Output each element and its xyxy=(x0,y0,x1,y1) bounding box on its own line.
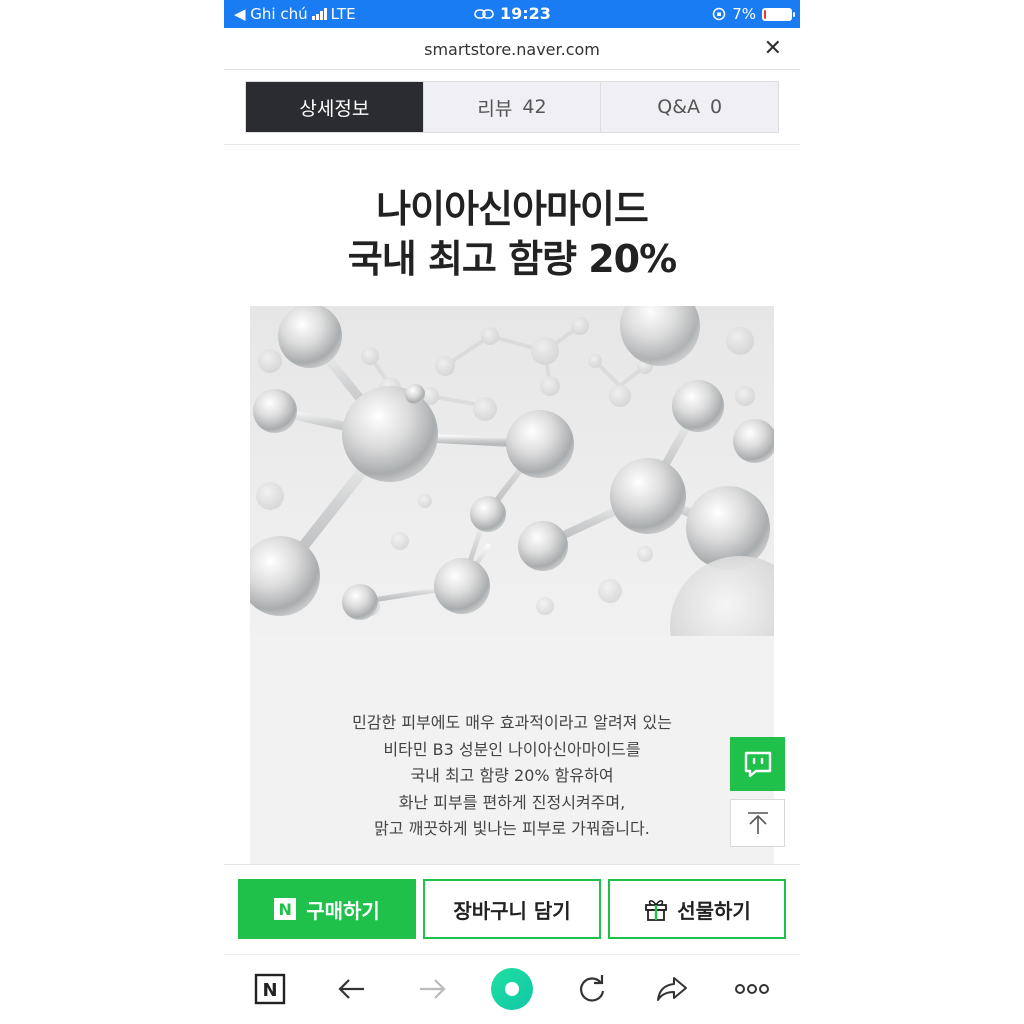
tab-label: Q&A xyxy=(657,96,701,118)
more-dots-icon xyxy=(735,984,769,994)
back-button[interactable] xyxy=(332,969,372,1009)
battery-percent: 7% xyxy=(732,5,756,23)
svg-text:N: N xyxy=(262,980,277,1001)
chat-bubble-icon xyxy=(744,751,771,778)
purchase-bar: N 구매하기 장바구니 담기 선물하기 xyxy=(224,864,800,954)
description-text: 민감한 피부에도 매우 효과적이라고 알려져 있는 비타민 B3 성분인 나이아… xyxy=(250,710,774,843)
description-line: 비타민 B3 성분인 나이아신아마이드를 xyxy=(383,739,641,759)
tab-qna[interactable]: Q&A 0 xyxy=(600,82,779,132)
share-arrow-icon xyxy=(657,977,687,1001)
description-line: 화난 피부를 편하게 진정시켜주며, xyxy=(398,792,626,812)
buy-label: 구매하기 xyxy=(306,898,380,923)
more-button[interactable] xyxy=(732,969,772,1009)
molecule-image xyxy=(250,306,774,636)
detail-tabs: 상세정보 리뷰 42 Q&A 0 xyxy=(245,81,779,133)
description-box: 민감한 피부에도 매우 효과적이라고 알려져 있는 비타민 B3 성분인 나이아… xyxy=(250,636,774,866)
gift-button[interactable]: 선물하기 xyxy=(608,879,786,939)
description-line: 국내 최고 함량 20% 함유하여 xyxy=(410,766,614,785)
headline-line2: 국내 최고 함량 20% xyxy=(347,237,677,281)
description-line: 맑고 깨끗하게 빛나는 피부로 가꿔줍니다. xyxy=(374,819,650,838)
close-icon[interactable]: ✕ xyxy=(764,36,782,61)
green-dot-icon xyxy=(491,968,533,1010)
back-to-app-link[interactable]: ◀ Ghi chú xyxy=(234,5,308,23)
divider xyxy=(224,144,800,145)
tab-label: 상세정보 xyxy=(299,97,370,120)
green-dot-button[interactable] xyxy=(490,967,534,1011)
status-left: ◀ Ghi chú LTE xyxy=(234,5,356,23)
tab-label: 리뷰 xyxy=(477,97,513,120)
arrow-left-icon xyxy=(338,979,364,999)
refresh-icon xyxy=(580,975,605,1002)
carrier-label: LTE xyxy=(330,5,356,23)
arrow-right-icon xyxy=(420,979,446,999)
headline-line1: 나이아신아마이드 xyxy=(376,187,649,231)
tab-details[interactable]: 상세정보 xyxy=(246,82,423,132)
buy-button[interactable]: N 구매하기 xyxy=(238,879,416,939)
forward-button[interactable] xyxy=(412,969,452,1009)
cart-label: 장바구니 담기 xyxy=(453,898,571,923)
signal-bars-icon xyxy=(311,8,327,20)
status-bar: ◀ Ghi chú LTE 19:23 7% xyxy=(224,0,800,28)
talk-talk-button[interactable] xyxy=(730,737,785,791)
clock: 19:23 xyxy=(500,4,551,23)
tab-count: 42 xyxy=(522,96,547,118)
url-text[interactable]: smartstore.naver.com xyxy=(224,40,800,59)
link-icon xyxy=(474,8,494,19)
reload-button[interactable] xyxy=(572,969,612,1009)
naver-pay-logo: N xyxy=(274,898,297,920)
gift-icon xyxy=(645,900,668,921)
status-center: 19:23 xyxy=(474,4,551,23)
status-right: 7% xyxy=(712,5,795,23)
description-line: 민감한 피부에도 매우 효과적이라고 알려져 있는 xyxy=(352,713,672,732)
scroll-top-button[interactable] xyxy=(730,799,785,847)
rotation-lock-icon xyxy=(712,7,726,21)
naver-n-icon: N xyxy=(254,973,286,1005)
tab-reviews[interactable]: 리뷰 42 xyxy=(422,82,601,132)
naver-home-button[interactable]: N xyxy=(250,969,290,1009)
gift-label: 선물하기 xyxy=(677,898,751,923)
share-button[interactable] xyxy=(652,969,692,1009)
tab-count: 0 xyxy=(710,96,723,118)
battery-icon xyxy=(762,7,795,21)
address-bar: smartstore.naver.com ✕ xyxy=(224,28,800,70)
add-to-cart-button[interactable]: 장바구니 담기 xyxy=(423,879,601,939)
arrow-up-to-top-icon xyxy=(747,812,768,834)
phone-screen: ◀ Ghi chú LTE 19:23 7% smartstore.naver.… xyxy=(224,0,800,1024)
browser-nav-bar: N xyxy=(224,954,800,1024)
